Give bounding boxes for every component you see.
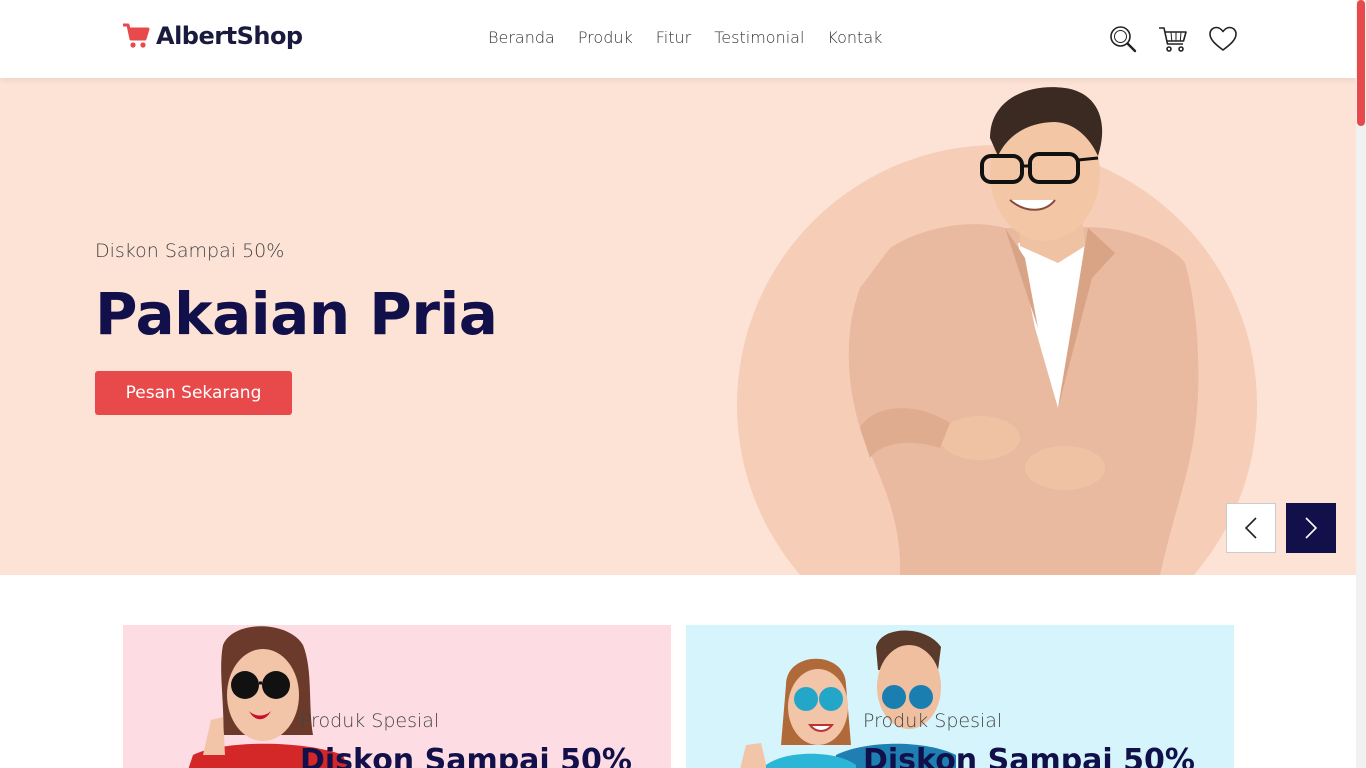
page-scrollbar[interactable] [1356,0,1366,768]
promo-banner-women[interactable]: Produk Spesial Diskon Sampai 50% [123,625,671,768]
banner-label: Produk Spesial [863,710,1003,732]
promo-banner-couple[interactable]: Produk Spesial Diskon Sampai 50% [686,625,1234,768]
banner-title: Diskon Sampai 50% [863,743,1195,768]
slider-next-button[interactable] [1286,503,1336,553]
page: AlbertShop Beranda Produk Fitur Testimon… [0,0,1366,768]
hero-subtitle: Diskon Sampai 50% [95,240,285,262]
header-actions [1108,24,1238,54]
cart-logo-icon [123,23,150,48]
nav-item-kontak[interactable]: Kontak [827,28,882,47]
slider-prev-button[interactable] [1226,503,1276,553]
search-icon[interactable] [1108,24,1138,54]
nav-item-testimonial[interactable]: Testimonial [714,28,804,47]
brand-logo[interactable]: AlbertShop [122,22,303,50]
hero-slider: Diskon Sampai 50% Pakaian Pria Pesan Sek… [0,78,1356,575]
hero-title: Pakaian Pria [95,280,498,348]
cart-icon[interactable] [1158,24,1188,54]
main-nav: Beranda Produk Fitur Testimonial Kontak [488,28,882,47]
chevron-left-icon [1244,517,1257,539]
heart-icon[interactable] [1208,24,1238,54]
banner-title: Diskon Sampai 50% [300,743,632,768]
nav-item-beranda[interactable]: Beranda [488,28,555,47]
hero-model-image [848,87,1199,575]
nav-item-produk[interactable]: Produk [578,28,633,47]
nav-item-fitur[interactable]: Fitur [656,28,691,47]
banner-label: Produk Spesial [300,710,440,732]
site-header: AlbertShop Beranda Produk Fitur Testimon… [0,0,1356,78]
chevron-right-icon [1305,517,1318,539]
order-now-button[interactable]: Pesan Sekarang [95,371,292,415]
scrollbar-thumb[interactable] [1357,0,1365,126]
brand-name: AlbertShop [156,22,303,50]
